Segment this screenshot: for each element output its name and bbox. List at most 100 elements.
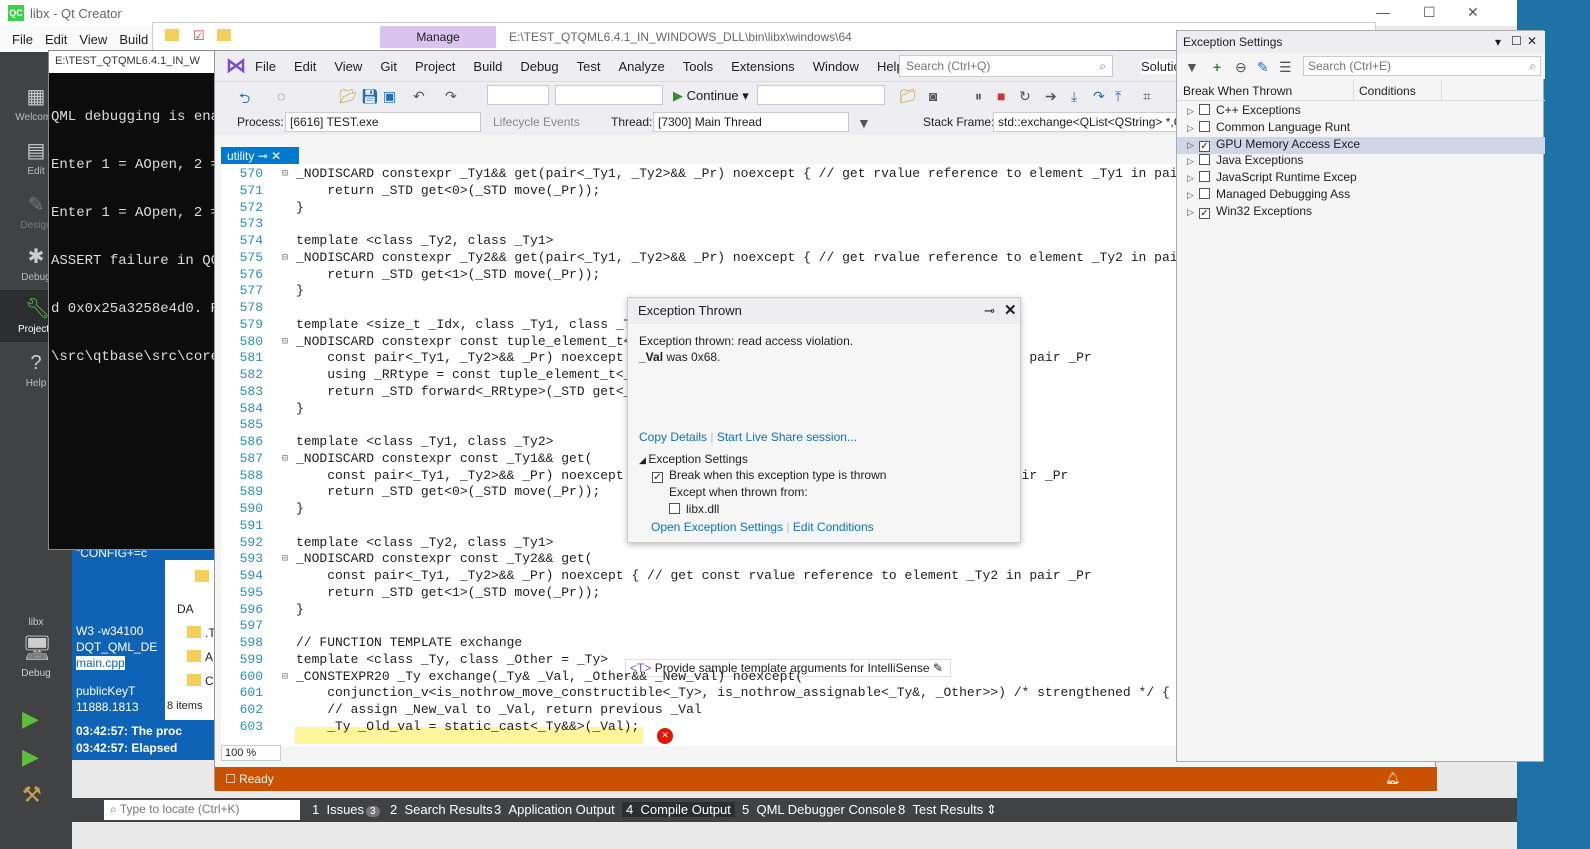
vs-menu-extensions[interactable]: Extensions	[731, 59, 795, 74]
stack-frame-dropdown[interactable]: std::exchange<QList<QString> *,C	[993, 112, 1183, 132]
lifecycle-events-label[interactable]: Lifecycle Events	[493, 115, 580, 129]
dropdown-icon[interactable]: ▾	[1495, 35, 1501, 49]
fold-toggle-icon[interactable]: ⊟	[282, 553, 288, 565]
exception-category-row[interactable]: ▷ C++ Exceptions	[1177, 103, 1545, 120]
col-conditions[interactable]: Conditions	[1359, 84, 1416, 98]
fold-toggle-icon[interactable]: ⊟	[282, 168, 288, 180]
continue-button[interactable]: ▶ Continue ▾	[673, 88, 749, 104]
vs-menu-window[interactable]: Window	[813, 59, 859, 74]
exception-category-row[interactable]: ▷ Managed Debugging Ass	[1177, 187, 1545, 204]
close-icon[interactable]: ✕	[1467, 4, 1479, 21]
vs-menu-edit[interactable]: Edit	[294, 59, 316, 74]
forward-icon[interactable]: ◌	[277, 88, 285, 104]
vs-menu-git[interactable]: Git	[380, 59, 397, 74]
redo-icon[interactable]: ↷	[445, 88, 457, 105]
expand-arrow-icon[interactable]: ▷	[1187, 156, 1199, 167]
vs-menu-project[interactable]: Project	[415, 59, 455, 74]
live-share-link[interactable]: Start Live Share session...	[717, 430, 857, 444]
step-over-icon[interactable]: ↷	[1093, 88, 1105, 105]
manage-tab[interactable]: Manage	[380, 26, 496, 48]
pause-icon[interactable]: ⏸	[975, 88, 982, 105]
vs-menu-test[interactable]: Test	[577, 59, 601, 74]
folder-item[interactable]: DA	[177, 602, 194, 616]
vs-menu-debug[interactable]: Debug	[520, 59, 558, 74]
fold-toggle-icon[interactable]: ⊟	[282, 453, 288, 465]
locate-input[interactable]: ⌕ Type to locate (Ctrl+K)	[104, 800, 300, 820]
vs-menu-analyze[interactable]: Analyze	[618, 59, 664, 74]
col-break-when-thrown[interactable]: Break When Thrown	[1183, 84, 1292, 98]
process-dropdown[interactable]: [6616] TEST.exe	[285, 112, 481, 132]
screenshot-icon[interactable]: ◙	[929, 88, 937, 104]
minimize-icon[interactable]: —	[1376, 4, 1390, 20]
save-all-icon[interactable]: ▣	[383, 88, 396, 105]
save-icon[interactable]: 💾︎	[361, 88, 379, 105]
show-next-statement-icon[interactable]: ➔	[1045, 88, 1057, 105]
module-checkbox[interactable]: libx.dll	[669, 502, 719, 516]
tab-issues[interactable]: 1 Issues 3	[312, 802, 380, 817]
exception-settings-section[interactable]: ◢ Exception Settings	[639, 452, 748, 466]
vs-menu-tools[interactable]: Tools	[683, 59, 713, 74]
exception-search-input[interactable]: Search (Ctrl+E) ⌕	[1303, 56, 1541, 76]
qt-menu-edit[interactable]: Edit	[45, 32, 67, 47]
checkbox-checked[interactable]: ✓	[1199, 207, 1210, 219]
expand-arrow-icon[interactable]: ▷	[1187, 173, 1199, 184]
undo-icon[interactable]: ↶	[413, 88, 425, 105]
vs-search-input[interactable]: Search (Ctrl+Q) ⌕	[899, 55, 1113, 77]
checkbox-unchecked[interactable]	[1199, 120, 1210, 132]
hex-icon[interactable]: ⌗	[1143, 88, 1151, 105]
break-when-thrown-checkbox[interactable]: ✓ Break when this exception type is throw…	[652, 468, 886, 483]
config-dropdown[interactable]	[487, 85, 549, 105]
close-icon[interactable]: ✕	[1004, 301, 1017, 319]
folder-item[interactable]: C	[205, 674, 214, 688]
filter-icon[interactable]: ▼	[857, 115, 871, 131]
platform-dropdown[interactable]	[555, 85, 663, 105]
target-dropdown[interactable]	[757, 85, 885, 105]
vs-menu-file[interactable]: File	[255, 59, 276, 74]
thread-dropdown[interactable]: [7300] Main Thread	[653, 112, 849, 132]
vs-menu-view[interactable]: View	[334, 59, 362, 74]
expand-arrow-icon[interactable]: ▷	[1187, 106, 1199, 117]
expand-arrow-icon[interactable]: ▷	[1187, 207, 1199, 218]
restart-icon[interactable]: ↻	[1019, 88, 1031, 105]
expand-arrow-icon[interactable]: ▷	[1187, 190, 1199, 201]
expand-arrow-icon[interactable]: ▷	[1187, 123, 1199, 134]
qt-menu-file[interactable]: File	[12, 32, 33, 47]
exception-category-row[interactable]: ▷ Java Exceptions	[1177, 153, 1545, 170]
filter-icon[interactable]: ▼	[1185, 59, 1199, 75]
vs-menu-build[interactable]: Build	[473, 59, 502, 74]
step-into-icon[interactable]: ⤓	[1071, 88, 1077, 105]
fold-toggle-icon[interactable]: ⊟	[282, 252, 288, 264]
pin-icon[interactable]: ⊸	[258, 149, 268, 163]
solution-explorer-tab[interactable]: Solutio	[1141, 59, 1181, 74]
exception-category-row[interactable]: ▷ Common Language Runt	[1177, 120, 1545, 137]
checkbox-checked[interactable]: ✓	[1199, 140, 1210, 152]
tab-application-output[interactable]: 3 Application Output	[494, 802, 615, 817]
close-tab-icon[interactable]: ✕	[271, 149, 281, 163]
exception-category-row[interactable]: ▷ ✓ Win32 Exceptions	[1177, 204, 1545, 221]
close-icon[interactable]: ✕	[1527, 34, 1537, 48]
checkbox-unchecked[interactable]	[1199, 154, 1210, 166]
updown-icon[interactable]: ⇕	[986, 802, 997, 818]
checkbox-unchecked[interactable]	[1199, 188, 1210, 199]
exception-category-row[interactable]: ▷ ✓ GPU Memory Access Exce	[1177, 136, 1545, 154]
debug-run-icon[interactable]: ▶	[22, 744, 39, 770]
folder-item[interactable]: A	[205, 650, 213, 664]
fold-toggle-icon[interactable]: ⊟	[282, 336, 288, 348]
checklist-icon[interactable]: ☑	[193, 28, 205, 44]
maximize-icon[interactable]: ☐	[1511, 34, 1522, 48]
tab-compile-output[interactable]: 4 Compile Output	[622, 802, 735, 817]
stop-icon[interactable]: ■	[997, 88, 1005, 104]
edit-icon[interactable]: ✎	[1257, 59, 1269, 76]
monitor-icon[interactable]: 🖥︎	[22, 634, 52, 663]
edit-conditions-link[interactable]: Edit Conditions	[793, 520, 874, 534]
step-out-icon[interactable]: ⤒	[1115, 88, 1121, 105]
checkbox-unchecked[interactable]	[1199, 171, 1210, 183]
folder-icon[interactable]: 📁︎	[899, 88, 917, 105]
error-icon[interactable]: ✕	[657, 728, 673, 744]
tab-test-results[interactable]: 8 Test Results	[898, 802, 983, 817]
fold-toggle-icon[interactable]: ⊟	[282, 671, 288, 683]
exception-category-row[interactable]: ▷ JavaScript Runtime Excep	[1177, 170, 1545, 187]
copy-details-link[interactable]: Copy Details	[639, 430, 707, 444]
tab-qml-debugger-console[interactable]: 5 QML Debugger Console	[742, 802, 896, 817]
checkbox-unchecked[interactable]	[1199, 104, 1210, 115]
